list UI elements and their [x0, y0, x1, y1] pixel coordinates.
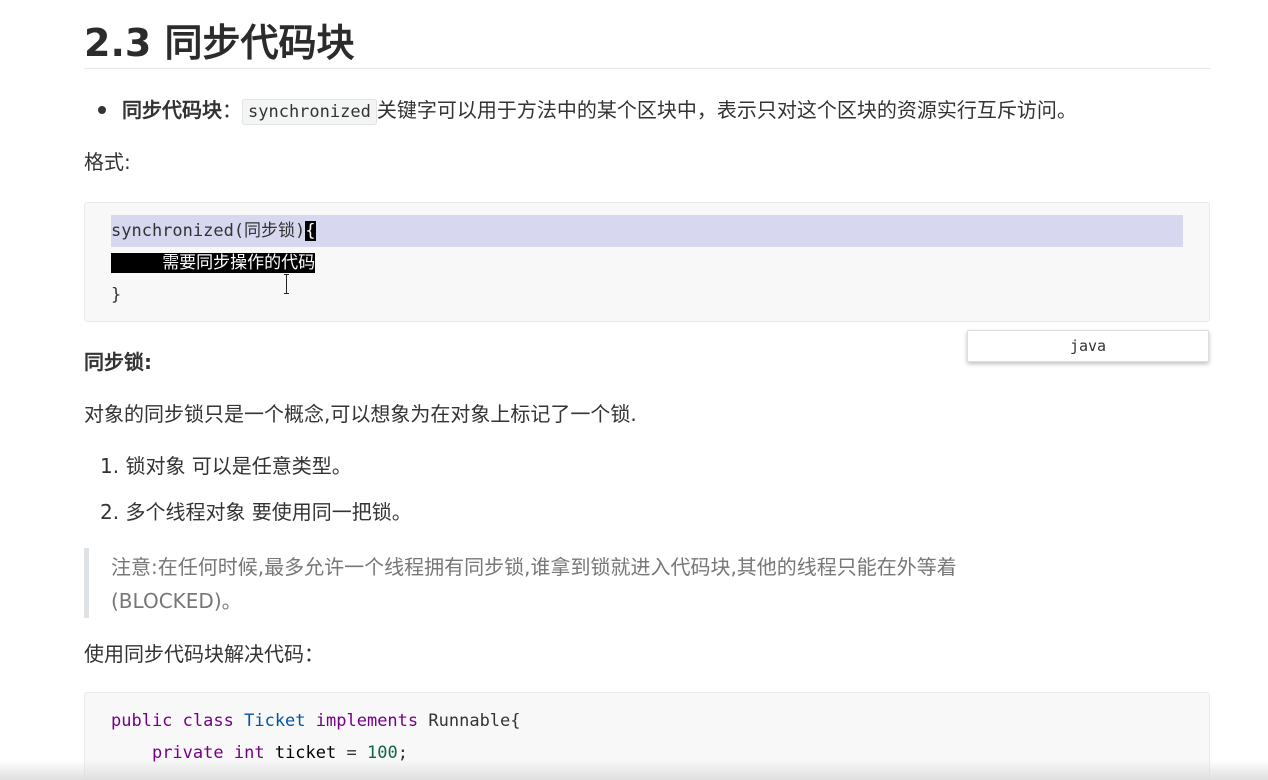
note-line-1: 注意:在任何时候,最多允许一个线程拥有同步锁,谁拿到锁就进入代码块,其他的线程只… — [111, 555, 957, 579]
solution-label: 使用同步代码块解决代码： — [84, 642, 324, 666]
note-line-2: (BLOCKED)。 — [111, 589, 242, 613]
list-item-number: 1. — [100, 454, 120, 478]
list-item: 2. 多个线程对象 要使用同一把锁。 — [100, 498, 412, 526]
inline-code: synchronized — [242, 99, 377, 125]
heading-divider — [84, 68, 1210, 69]
document-page: 2.3 同步代码块 同步代码块： synchronized 关键字可以用于方法中的某… — [0, 0, 1268, 780]
code-sync-call: synchronized(同步锁) — [111, 221, 306, 241]
selected-brace: { — [305, 221, 316, 241]
bullet-item: 同步代码块： synchronized 关键字可以用于方法中的某个区块中，表示只对这… — [98, 94, 1077, 128]
format-label: 格式: — [84, 150, 131, 174]
code-line-2[interactable]: 需要同步操作的代码 — [111, 251, 316, 275]
lock-heading: 同步锁: — [84, 350, 152, 374]
text-cursor-icon — [284, 274, 290, 294]
bullet-dot-icon — [98, 105, 106, 114]
list-item-text: 锁对象 可以是任意类型。 — [125, 454, 352, 478]
code-line-1[interactable]: public class Ticket implements Runnable{ — [111, 709, 521, 733]
type-name: Ticket — [244, 711, 306, 731]
section-heading: 2.3 同步代码块 — [84, 21, 355, 65]
language-select[interactable]: java — [967, 330, 1209, 362]
keyword: public — [111, 711, 173, 731]
keyword: implements — [315, 711, 419, 731]
lock-description: 对象的同步锁只是一个概念,可以想象为在对象上标记了一个锁. — [84, 402, 637, 426]
interface-name: Runnable{ — [428, 711, 521, 731]
bottom-shadow — [0, 760, 1268, 780]
code-line-1[interactable]: synchronized(同步锁){ — [111, 219, 316, 243]
list-item-number: 2. — [100, 500, 120, 524]
bullet-text: 关键字可以用于方法中的某个区块中，表示只对这个区块的资源实行互斥访问。 — [376, 98, 1077, 122]
code-block-format[interactable]: synchronized(同步锁){ 需要同步操作的代码 } — [84, 202, 1210, 322]
selected-code-text: 需要同步操作的代码 — [111, 253, 316, 273]
note-text: 注意:在任何时候,最多允许一个线程拥有同步锁,谁拿到锁就进入代码块,其他的线程只… — [111, 550, 957, 618]
note-blockquote: 注意:在任何时候,最多允许一个线程拥有同步锁,谁拿到锁就进入代码块,其他的线程只… — [84, 548, 1089, 618]
code-line-3[interactable]: } — [111, 283, 121, 307]
keyword: class — [182, 711, 234, 731]
list-item-text: 多个线程对象 要使用同一把锁。 — [125, 500, 412, 524]
code-comment-text: 需要同步操作的代码 — [162, 253, 316, 273]
bullet-label: 同步代码块 — [122, 98, 222, 122]
bullet-separator: ： — [222, 98, 242, 122]
list-item: 1. 锁对象 可以是任意类型。 — [100, 452, 352, 480]
